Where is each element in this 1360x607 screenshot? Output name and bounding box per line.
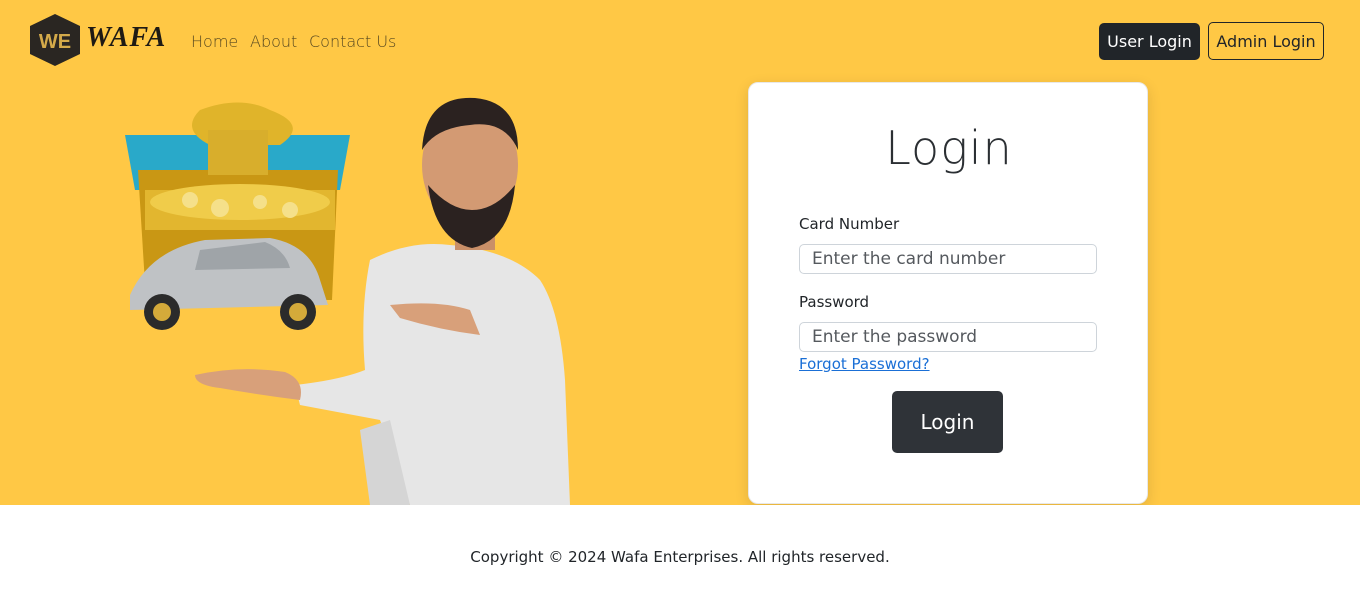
password-input[interactable] bbox=[799, 322, 1097, 352]
nav-contact-link[interactable]: Contact Us bbox=[309, 32, 396, 51]
brand-name: WAFA bbox=[86, 22, 167, 53]
admin-login-button[interactable]: Admin Login bbox=[1208, 22, 1324, 60]
nav-home-link[interactable]: Home bbox=[191, 32, 238, 51]
password-label: Password bbox=[799, 293, 870, 311]
login-title: Login bbox=[885, 121, 1013, 175]
login-submit-button[interactable]: Login bbox=[892, 391, 1003, 453]
copyright-text: Copyright © 2024 Wafa Enterprises. All r… bbox=[470, 548, 890, 566]
login-card: Login Card Number Password Forgot Passwo… bbox=[748, 82, 1148, 504]
user-login-button[interactable]: User Login bbox=[1099, 23, 1200, 60]
hero-section: WE WAFA Home About Contact Us User Login… bbox=[0, 0, 1360, 505]
hero-illustration bbox=[125, 97, 570, 505]
card-number-label: Card Number bbox=[799, 215, 900, 233]
forgot-password-link[interactable]: Forgot Password? bbox=[799, 355, 930, 373]
nav-about-link[interactable]: About bbox=[250, 32, 297, 51]
card-number-input[interactable] bbox=[799, 244, 1097, 274]
brand-mark: WE bbox=[39, 31, 71, 53]
footer: Copyright © 2024 Wafa Enterprises. All r… bbox=[0, 505, 1360, 607]
brand-logo[interactable]: WE WAFA bbox=[28, 13, 168, 67]
